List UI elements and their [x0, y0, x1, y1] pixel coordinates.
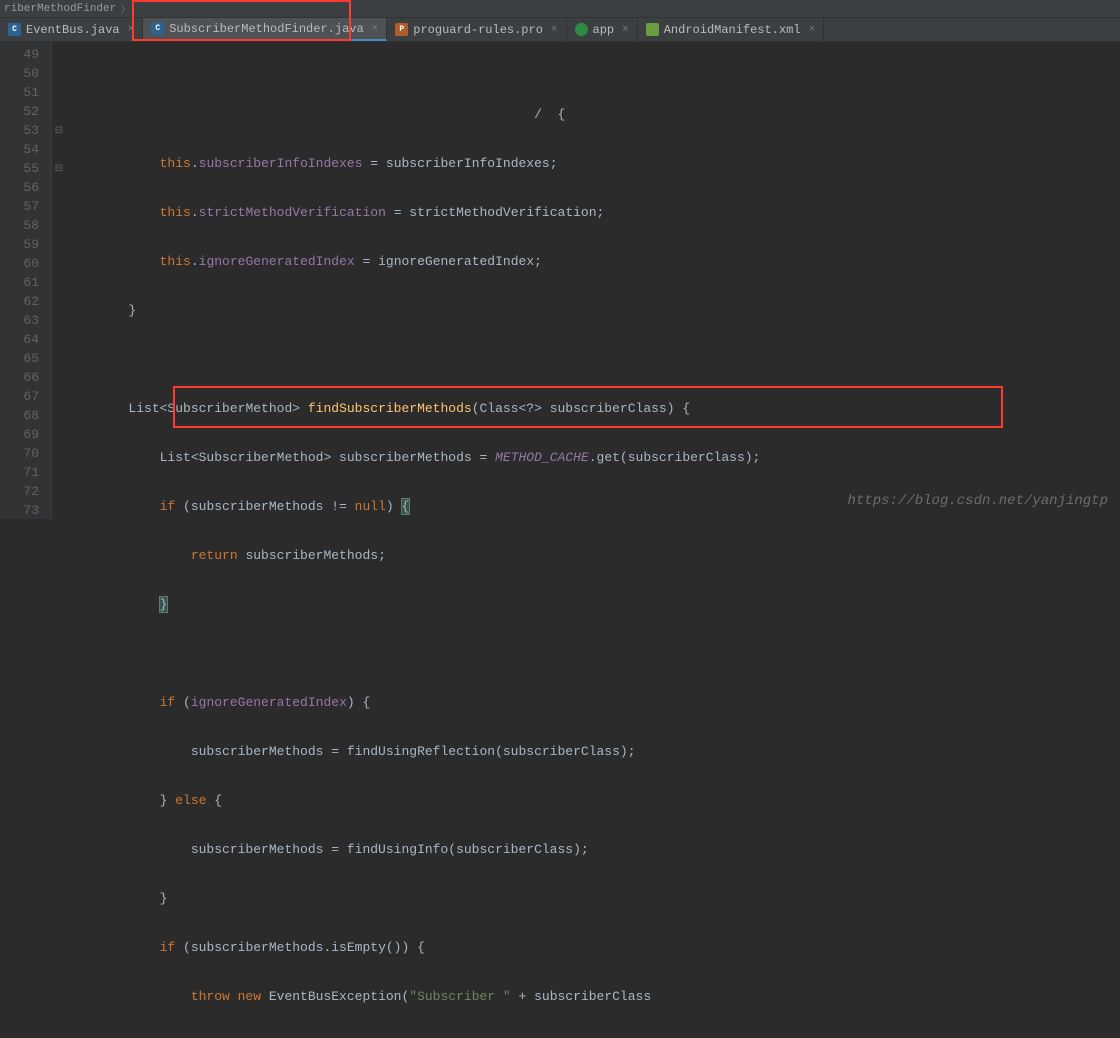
code-line: if (ignoreGeneratedIndex) { — [66, 693, 1120, 712]
code-line: } — [66, 889, 1120, 908]
tab-subscribermethodfinder[interactable]: C SubscriberMethodFinder.java × — [143, 18, 387, 41]
line-number: 58 — [0, 216, 39, 235]
proguard-icon: P — [395, 23, 408, 36]
code-line: if (subscriberMethods.isEmpty()) { — [66, 938, 1120, 957]
line-number: 63 — [0, 311, 39, 330]
line-number: 56 — [0, 178, 39, 197]
fold-marker[interactable] — [52, 330, 66, 349]
fold-marker[interactable] — [52, 368, 66, 387]
fold-marker[interactable] — [52, 387, 66, 406]
fold-marker[interactable] — [52, 102, 66, 121]
line-number: 68 — [0, 406, 39, 425]
code-line: this.ignoreGeneratedIndex = ignoreGenera… — [66, 252, 1120, 271]
line-number: 67 — [0, 387, 39, 406]
fold-marker[interactable] — [52, 311, 66, 330]
code-editor[interactable]: 4950515253545556575859606162636465666768… — [0, 42, 1120, 519]
line-number: 61 — [0, 273, 39, 292]
line-number: 53 — [0, 121, 39, 140]
tab-label: proguard-rules.pro — [413, 23, 543, 37]
code-area[interactable]: / { this.subscriberInfoIndexes = subscri… — [66, 42, 1120, 519]
tab-manifest[interactable]: AndroidManifest.xml × — [638, 18, 824, 41]
line-number: 52 — [0, 102, 39, 121]
line-number: 70 — [0, 444, 39, 463]
line-number: 71 — [0, 463, 39, 482]
tab-app[interactable]: app × — [567, 18, 638, 41]
java-class-icon: C — [8, 23, 21, 36]
close-icon[interactable]: × — [372, 23, 379, 35]
fold-marker[interactable] — [52, 444, 66, 463]
java-class-icon: C — [151, 22, 164, 35]
line-number: 64 — [0, 330, 39, 349]
line-number: 54 — [0, 140, 39, 159]
close-icon[interactable]: × — [128, 24, 135, 36]
line-number: 55 — [0, 159, 39, 178]
code-line: this.strictMethodVerification = strictMe… — [66, 203, 1120, 222]
line-number: 62 — [0, 292, 39, 311]
line-number: 72 — [0, 482, 39, 501]
code-line: } else { — [66, 791, 1120, 810]
fold-marker[interactable] — [52, 178, 66, 197]
line-number: 51 — [0, 83, 39, 102]
code-line — [66, 644, 1120, 663]
code-line: + " and its super classes have no public… — [66, 1036, 1120, 1038]
line-number: 69 — [0, 425, 39, 444]
breadcrumb[interactable]: riberMethodFinder 〉 — [0, 0, 1120, 18]
line-number: 65 — [0, 349, 39, 368]
tab-bar: C EventBus.java × C SubscriberMethodFind… — [0, 18, 1120, 42]
fold-marker[interactable] — [52, 254, 66, 273]
tab-label: app — [593, 23, 615, 37]
code-line: List<SubscriberMethod> subscriberMethods… — [66, 448, 1120, 467]
tab-label: AndroidManifest.xml — [664, 23, 801, 37]
fold-marker[interactable] — [52, 140, 66, 159]
code-line: throw new EventBusException("Subscriber … — [66, 987, 1120, 1006]
code-line: List<SubscriberMethod> findSubscriberMet… — [66, 399, 1120, 418]
fold-marker[interactable] — [52, 349, 66, 368]
fold-marker[interactable] — [52, 425, 66, 444]
tab-proguard[interactable]: P proguard-rules.pro × — [387, 18, 566, 41]
line-number-gutter: 4950515253545556575859606162636465666768… — [0, 42, 52, 519]
line-number: 59 — [0, 235, 39, 254]
breadcrumb-item[interactable]: riberMethodFinder — [4, 3, 116, 15]
code-line: / { — [66, 105, 1120, 124]
fold-marker[interactable] — [52, 197, 66, 216]
fold-gutter[interactable]: ⊟⊟ — [52, 42, 66, 519]
code-line: this.subscriberInfoIndexes = subscriberI… — [66, 154, 1120, 173]
fold-marker[interactable] — [52, 45, 66, 64]
line-number: 60 — [0, 254, 39, 273]
fold-marker[interactable] — [52, 216, 66, 235]
code-line: } — [66, 595, 1120, 614]
tab-label: EventBus.java — [26, 23, 120, 37]
fold-marker[interactable] — [52, 273, 66, 292]
fold-marker[interactable] — [52, 406, 66, 425]
module-icon — [575, 23, 588, 36]
code-line — [66, 350, 1120, 369]
fold-marker[interactable] — [52, 292, 66, 311]
breadcrumb-arrow: 〉 — [120, 1, 131, 17]
line-number: 73 — [0, 501, 39, 520]
fold-marker[interactable]: ⊟ — [52, 121, 66, 140]
tab-label: SubscriberMethodFinder.java — [169, 22, 363, 36]
code-line: subscriberMethods = findUsingInfo(subscr… — [66, 840, 1120, 859]
fold-marker[interactable] — [52, 482, 66, 501]
xml-icon — [646, 23, 659, 36]
close-icon[interactable]: × — [551, 24, 558, 36]
code-line: } — [66, 301, 1120, 320]
fold-marker[interactable] — [52, 64, 66, 83]
fold-marker[interactable] — [52, 501, 66, 520]
fold-marker[interactable]: ⊟ — [52, 159, 66, 178]
line-number: 57 — [0, 197, 39, 216]
line-number: 66 — [0, 368, 39, 387]
code-line: return subscriberMethods; — [66, 546, 1120, 565]
fold-marker[interactable] — [52, 235, 66, 254]
line-number: 50 — [0, 64, 39, 83]
tab-eventbus[interactable]: C EventBus.java × — [0, 18, 143, 41]
fold-marker[interactable] — [52, 83, 66, 102]
watermark: https://blog.csdn.net/yanjingtp — [848, 493, 1108, 509]
code-line: subscriberMethods = findUsingReflection(… — [66, 742, 1120, 761]
close-icon[interactable]: × — [622, 24, 629, 36]
close-icon[interactable]: × — [809, 24, 816, 36]
fold-marker[interactable] — [52, 463, 66, 482]
line-number: 49 — [0, 45, 39, 64]
